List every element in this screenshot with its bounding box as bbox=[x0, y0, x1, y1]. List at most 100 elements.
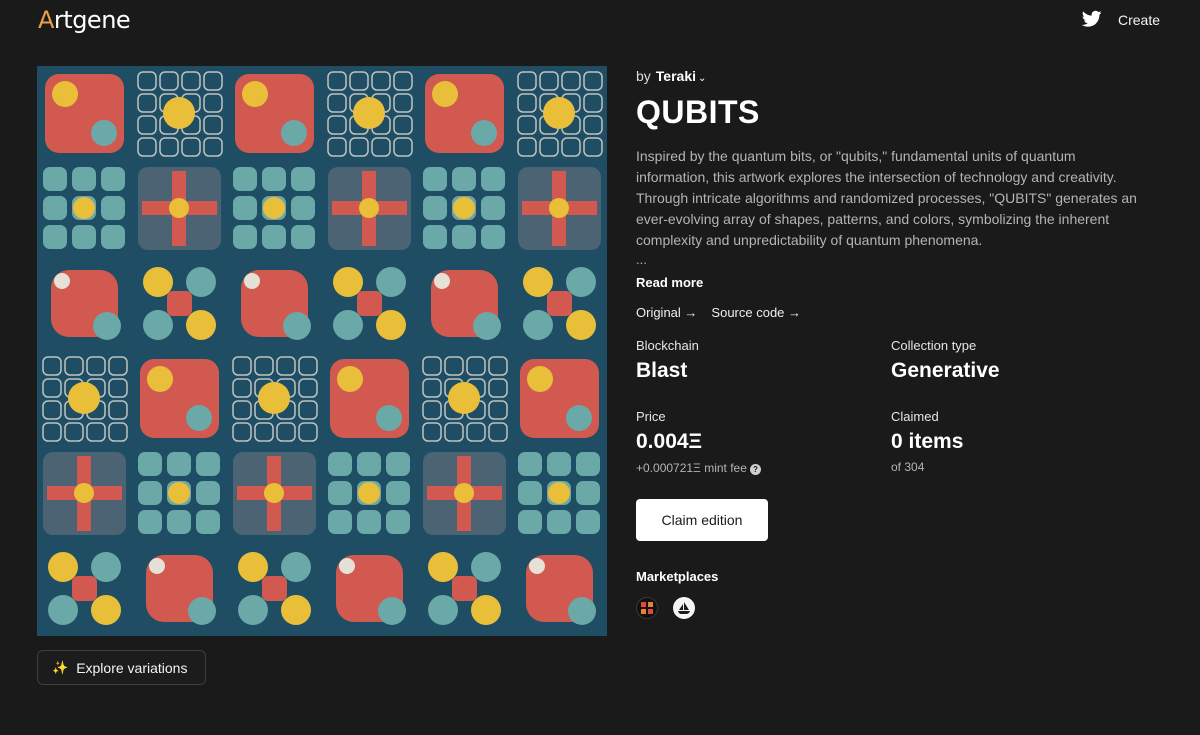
art-dot bbox=[359, 198, 379, 218]
art-tile bbox=[138, 452, 162, 476]
art-tile bbox=[101, 167, 125, 191]
by-prefix: by bbox=[636, 68, 651, 84]
art-dot bbox=[143, 267, 173, 297]
art-dot bbox=[453, 197, 475, 219]
art-dot bbox=[566, 310, 596, 340]
art-dot bbox=[163, 97, 195, 129]
art-dot bbox=[238, 552, 268, 582]
art-dot bbox=[186, 267, 216, 297]
original-link[interactable]: Original → bbox=[636, 305, 697, 320]
art-tile bbox=[481, 225, 505, 249]
art-dot bbox=[54, 273, 70, 289]
art-background bbox=[37, 66, 607, 636]
claimed-total: of 304 bbox=[891, 460, 925, 474]
create-link[interactable]: Create bbox=[1118, 12, 1160, 28]
art-dot bbox=[376, 310, 406, 340]
art-tile bbox=[43, 196, 67, 220]
art-dot bbox=[568, 597, 596, 625]
art-tile bbox=[328, 510, 352, 534]
art-tile bbox=[262, 576, 287, 601]
art-dot bbox=[566, 405, 592, 431]
external-links: Original → Source code → bbox=[636, 305, 801, 320]
art-tile bbox=[72, 576, 97, 601]
opensea-icon[interactable] bbox=[673, 597, 695, 619]
art-dot bbox=[376, 267, 406, 297]
sparkles-icon: ✨ bbox=[52, 659, 69, 675]
art-dot bbox=[48, 595, 78, 625]
collection-title: QUBITS bbox=[636, 94, 760, 130]
art-tile bbox=[547, 452, 571, 476]
read-more-link[interactable]: Read more bbox=[636, 275, 703, 290]
price-label: Price bbox=[636, 409, 666, 424]
art-tile bbox=[452, 167, 476, 191]
logo-initial: A bbox=[38, 6, 54, 34]
blockchain-label: Blockchain bbox=[636, 338, 699, 353]
art-dot bbox=[263, 197, 285, 219]
help-icon[interactable]: ? bbox=[749, 464, 761, 475]
art-dot bbox=[339, 558, 355, 574]
art-tile bbox=[386, 481, 410, 505]
art-dot bbox=[143, 310, 173, 340]
art-tile bbox=[328, 452, 352, 476]
art-tile bbox=[357, 452, 381, 476]
art-dot bbox=[91, 595, 121, 625]
art-tile bbox=[167, 510, 191, 534]
art-tile bbox=[518, 452, 542, 476]
art-dot bbox=[543, 97, 575, 129]
art-tile bbox=[262, 167, 286, 191]
art-dot bbox=[358, 482, 380, 504]
art-dot bbox=[523, 267, 553, 297]
source-code-link[interactable]: Source code → bbox=[711, 305, 801, 320]
art-tile bbox=[423, 167, 447, 191]
art-tile bbox=[72, 225, 96, 249]
art-dot bbox=[52, 81, 78, 107]
art-dot bbox=[333, 267, 363, 297]
explore-variations-button[interactable]: ✨ Explore variations bbox=[37, 650, 206, 685]
artgene-logo[interactable]: Artgene bbox=[38, 6, 131, 34]
top-bar: Artgene Create bbox=[0, 0, 1200, 44]
art-dot bbox=[378, 597, 406, 625]
art-tile bbox=[43, 225, 67, 249]
art-dot bbox=[91, 120, 117, 146]
artist-byline: by Teraki ⌄ bbox=[636, 68, 706, 84]
art-dot bbox=[428, 552, 458, 582]
art-dot bbox=[149, 558, 165, 574]
art-dot bbox=[333, 310, 363, 340]
art-tile bbox=[233, 196, 257, 220]
art-dot bbox=[281, 552, 311, 582]
art-dot bbox=[168, 482, 190, 504]
art-dot bbox=[337, 366, 363, 392]
art-tile bbox=[138, 481, 162, 505]
mint-fee-text: +0.000721Ξ mint fee bbox=[636, 461, 747, 475]
art-dot bbox=[471, 120, 497, 146]
art-tile bbox=[233, 225, 257, 249]
art-tile bbox=[547, 510, 571, 534]
art-tile bbox=[291, 225, 315, 249]
art-tile bbox=[357, 291, 382, 316]
claimed-label: Claimed bbox=[891, 409, 939, 424]
explore-variations-label: Explore variations bbox=[76, 659, 188, 676]
art-tile bbox=[328, 481, 352, 505]
art-dot bbox=[68, 382, 100, 414]
art-tile bbox=[481, 196, 505, 220]
art-tile bbox=[386, 452, 410, 476]
claim-edition-button[interactable]: Claim edition bbox=[636, 499, 768, 541]
art-dot bbox=[376, 405, 402, 431]
art-dot bbox=[242, 81, 268, 107]
chevron-down-icon[interactable]: ⌄ bbox=[698, 73, 706, 84]
artwork-canvas bbox=[37, 66, 607, 636]
twitter-bird-icon[interactable] bbox=[1081, 10, 1102, 28]
artist-name[interactable]: Teraki bbox=[656, 68, 696, 84]
art-dot bbox=[147, 366, 173, 392]
art-dot bbox=[454, 483, 474, 503]
art-dot bbox=[264, 483, 284, 503]
price-value: 0.004Ξ bbox=[636, 430, 703, 453]
art-dot bbox=[91, 552, 121, 582]
blockchain-value: Blast bbox=[636, 359, 688, 382]
marketplace-a-icon[interactable] bbox=[636, 597, 658, 619]
art-tile bbox=[262, 225, 286, 249]
art-dot bbox=[473, 312, 501, 340]
art-dot bbox=[471, 552, 501, 582]
logo-text: rtgene bbox=[53, 6, 131, 34]
art-dot bbox=[448, 382, 480, 414]
